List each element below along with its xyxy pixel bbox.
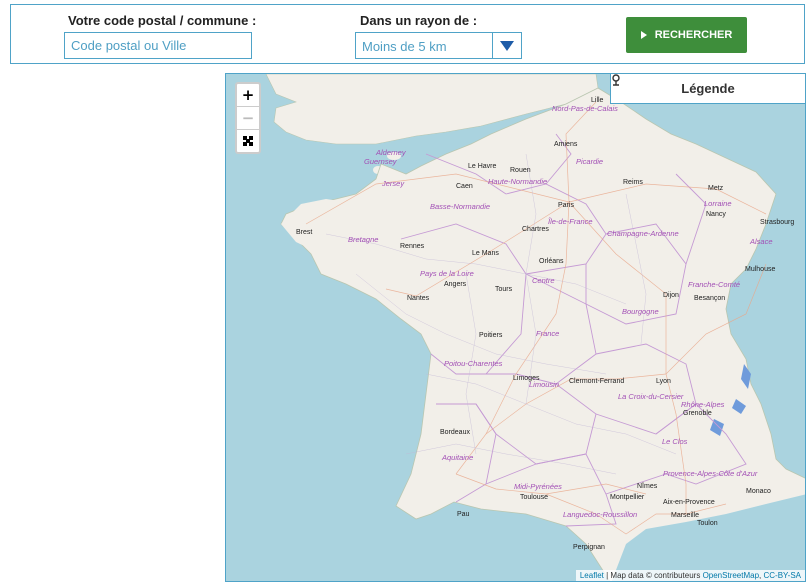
city-label: Toulouse: [520, 494, 548, 501]
region-label: Bretagne: [348, 235, 378, 244]
region-label: Aquitaine: [441, 453, 473, 462]
city-label: Paris: [558, 202, 574, 209]
city-label: Grenoble: [683, 410, 712, 417]
region-label: Picardie: [576, 157, 603, 166]
radius-value: Moins de 5 km: [362, 39, 447, 54]
region-label: Alsace: [749, 237, 773, 246]
city-label: Metz: [708, 185, 724, 192]
city-label: Lille: [591, 97, 604, 104]
region-label: Bourgogne: [622, 307, 659, 316]
postal-label: Votre code postal / commune :: [68, 13, 257, 28]
region-label: Midi-Pyrénées: [514, 482, 562, 491]
city-label: Besançon: [694, 295, 725, 302]
city-label: Caen: [456, 183, 473, 190]
legend-label: Légende: [681, 81, 735, 96]
region-label: Alderney: [375, 148, 407, 157]
region-label: Franche-Comté: [688, 280, 740, 289]
search-button-label: RECHERCHER: [654, 29, 733, 41]
region-label: Languedoc-Roussillon: [563, 510, 637, 519]
city-label: Angers: [444, 281, 467, 288]
city-label: Nancy: [706, 211, 726, 218]
fullscreen-button[interactable]: [237, 130, 259, 152]
attribution-text: | Map data © contributeurs: [603, 571, 703, 580]
region-label: Guernsey: [364, 157, 398, 166]
city-label: Tours: [495, 286, 513, 293]
radius-select[interactable]: Moins de 5 km: [355, 32, 522, 59]
region-label: Champagne-Ardenne: [607, 229, 679, 238]
play-icon: [640, 31, 647, 39]
city-label: Lyon: [656, 378, 671, 385]
city-label: Chartres: [522, 226, 549, 233]
city-label: Nantes: [407, 295, 430, 302]
city-label: Perpignan: [573, 544, 605, 551]
city-label: Strasbourg: [760, 219, 794, 226]
region-label: Centre: [532, 276, 555, 285]
region-label: La Croix-du-Cersier: [618, 392, 684, 401]
city-label: Mulhouse: [745, 266, 775, 273]
city-label: Le Havre: [468, 163, 497, 170]
city-label: Orléans: [539, 258, 564, 265]
region-label: Pays de la Loire: [420, 269, 474, 278]
region-label: Jersey: [381, 179, 405, 188]
region-label: Provence-Alpes-Côte d'Azur: [663, 469, 758, 478]
region-label: France: [536, 329, 559, 338]
postal-input[interactable]: [64, 32, 252, 59]
map-pin-icon: [612, 74, 620, 86]
map-view[interactable]: Lille Amiens Le Havre Rouen Caen Paris R…: [225, 73, 806, 582]
region-label: Basse-Normandie: [430, 202, 490, 211]
city-label: Brest: [296, 229, 312, 236]
region-label: Nord-Pas-de-Calais: [552, 104, 618, 113]
map-canvas[interactable]: Lille Amiens Le Havre Rouen Caen Paris R…: [226, 74, 806, 582]
region-label: Lorraine: [704, 199, 732, 208]
osm-link[interactable]: OpenStreetMap: [703, 571, 759, 580]
map-attribution: Leaflet | Map data © contributeurs OpenS…: [575, 570, 805, 581]
city-label: Montpellier: [610, 494, 645, 501]
license-link[interactable]: CC-BY-SA: [764, 571, 802, 580]
region-label: Île-de-France: [548, 217, 593, 226]
leaflet-link[interactable]: Leaflet: [580, 571, 604, 580]
search-panel: Votre code postal / commune : Dans un ra…: [10, 4, 805, 64]
city-label: Nîmes: [637, 483, 658, 490]
city-label: Marseille: [671, 512, 699, 519]
city-label: Dijon: [663, 292, 679, 299]
city-label: Rouen: [510, 167, 531, 174]
city-label: Aix-en-Provence: [663, 499, 715, 506]
chevron-down-icon[interactable]: [492, 33, 521, 58]
city-label: Amiens: [554, 141, 578, 148]
region-label: Le Clos: [662, 437, 688, 446]
city-label: Toulon: [697, 520, 718, 527]
radius-label: Dans un rayon de :: [360, 13, 478, 28]
zoom-out-button[interactable]: −: [237, 107, 259, 130]
region-label: Rhône-Alpes: [681, 400, 725, 409]
city-label: Reims: [623, 179, 643, 186]
region-label: Poitou-Charentes: [444, 359, 503, 368]
search-button[interactable]: RECHERCHER: [626, 17, 747, 53]
region-label: Haute-Normandie: [488, 177, 547, 186]
city-label: Rennes: [400, 243, 425, 250]
fullscreen-icon: [243, 136, 253, 146]
city-label: Le Mans: [472, 250, 499, 257]
zoom-control: + −: [235, 82, 261, 154]
zoom-in-button[interactable]: +: [237, 84, 259, 107]
region-label: Limousin: [529, 380, 559, 389]
city-label: Bordeaux: [440, 429, 470, 436]
city-label: Monaco: [746, 488, 771, 495]
city-label: Poitiers: [479, 332, 503, 339]
city-label: Clermont-Ferrand: [569, 378, 624, 385]
city-label: Pau: [457, 511, 470, 518]
legend-button[interactable]: Légende: [610, 74, 805, 104]
